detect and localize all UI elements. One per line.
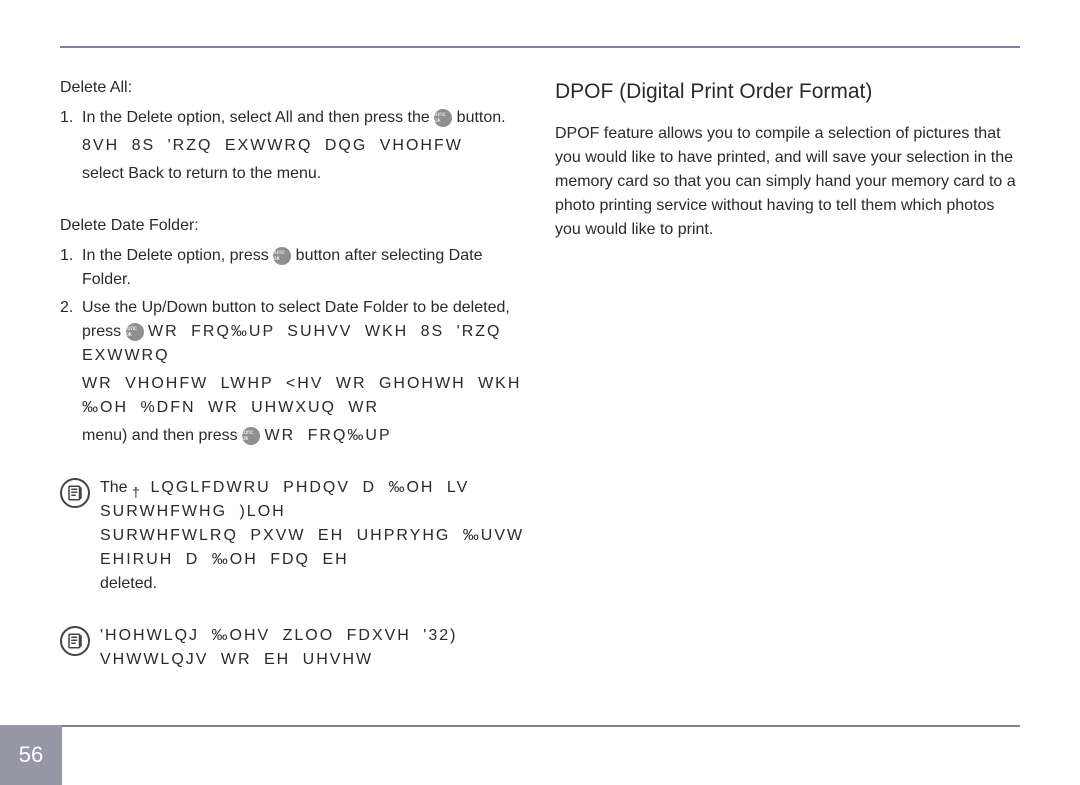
note-icon [60,478,90,508]
delete-date-folder-heading: Delete Date Folder: [60,214,525,238]
garbled-text: WR FRQ‰UP [265,427,392,444]
step-body: menu) and then press func ok WR FRQ‰UP [82,424,525,448]
note-2: 'HOHWLQJ ‰OHV ZLOO FDXVH '32) VHWWLQJV W… [60,624,525,672]
text: deleted. [100,572,525,596]
garbled-text: 8VH 8S 'RZQ EXWWRQ DQG VHOHFW [82,134,525,158]
manual-page: Delete All: 1. In the Delete option, sel… [60,30,1020,745]
content-columns: Delete All: 1. In the Delete option, sel… [60,76,1020,672]
garbled-text: LQGLFDWRU PHDQV D ‰OH LV SURWHFWHG )LOH [100,479,469,520]
page-number: 56 [0,725,62,785]
delete-all-heading: Delete All: [60,76,525,100]
func-ok-icon: func ok [126,323,144,341]
step-number: 1. [60,106,82,130]
dpof-body: DPOF feature allows you to compile a sel… [555,122,1020,242]
text: In the Delete option, press [82,247,273,264]
delete-all-step-1: 1. In the Delete option, select All and … [60,106,525,130]
garbled-text: 'HOHWLQJ ‰OHV ZLOO FDXVH '32) VHWWLQJV W… [100,624,525,672]
step-body: Use the Up/Down button to select Date Fo… [82,296,525,368]
text: The [100,479,132,496]
step-body: In the Delete option, press func ok butt… [82,244,525,292]
func-ok-icon: func ok [434,109,452,127]
date-folder-step-1: 1. In the Delete option, press func ok b… [60,244,525,292]
step-number: 2. [60,296,82,368]
garbled-text: WR FRQ‰UP SUHVV WKH 8S 'RZQ EXWWRQ [82,323,501,364]
func-ok-icon: func ok [273,247,291,265]
text: button. [452,109,505,126]
garbled-text: SURWHFWLRQ PXVW EH UHPRYHG ‰UVW EHIRUH D… [100,524,525,572]
header-rule [60,30,1020,48]
dpof-heading: DPOF (Digital Print Order Format) [555,76,1020,108]
date-folder-step-2: 2. Use the Up/Down button to select Date… [60,296,525,368]
text: select Back to return to the menu. [82,162,525,186]
step-number: 1. [60,244,82,292]
text: menu) and then press [82,427,242,444]
note-1: The LQGLFDWRU PHDQV D ‰OH LV SURWHFWHG )… [60,476,525,596]
right-column: DPOF (Digital Print Order Format) DPOF f… [555,76,1020,672]
footer-rule [62,725,1020,727]
left-column: Delete All: 1. In the Delete option, sel… [60,76,525,672]
func-ok-icon: func ok [242,427,260,445]
text: In the Delete option, select All and the… [82,109,434,126]
quote-glyph-icon [132,481,146,495]
note-text: The LQGLFDWRU PHDQV D ‰OH LV SURWHFWHG )… [100,476,525,596]
step-body: In the Delete option, select All and the… [82,106,525,130]
garbled-text: WR VHOHFW LWHP <HV WR GHOHWH WKH ‰OH %DF… [82,372,525,420]
note-icon [60,626,90,656]
